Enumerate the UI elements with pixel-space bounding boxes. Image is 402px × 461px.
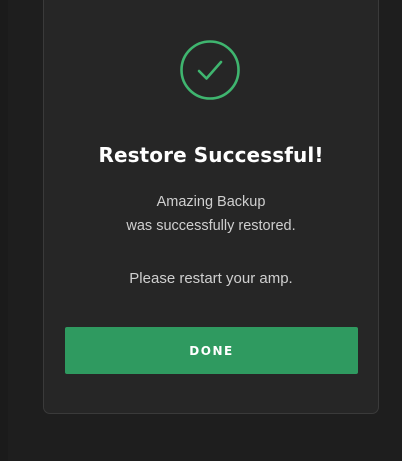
dialog-title: Restore Successful! bbox=[98, 143, 324, 167]
backup-name-text: Amazing Backup bbox=[156, 194, 266, 210]
restore-success-dialog: Restore Successful! Amazing Backup was s… bbox=[43, 0, 379, 414]
restore-status-text: was successfully restored. bbox=[126, 218, 296, 234]
check-circle-icon bbox=[179, 39, 241, 101]
done-button[interactable]: DONE bbox=[65, 327, 358, 374]
restart-instruction-text: Please restart your amp. bbox=[129, 270, 293, 287]
